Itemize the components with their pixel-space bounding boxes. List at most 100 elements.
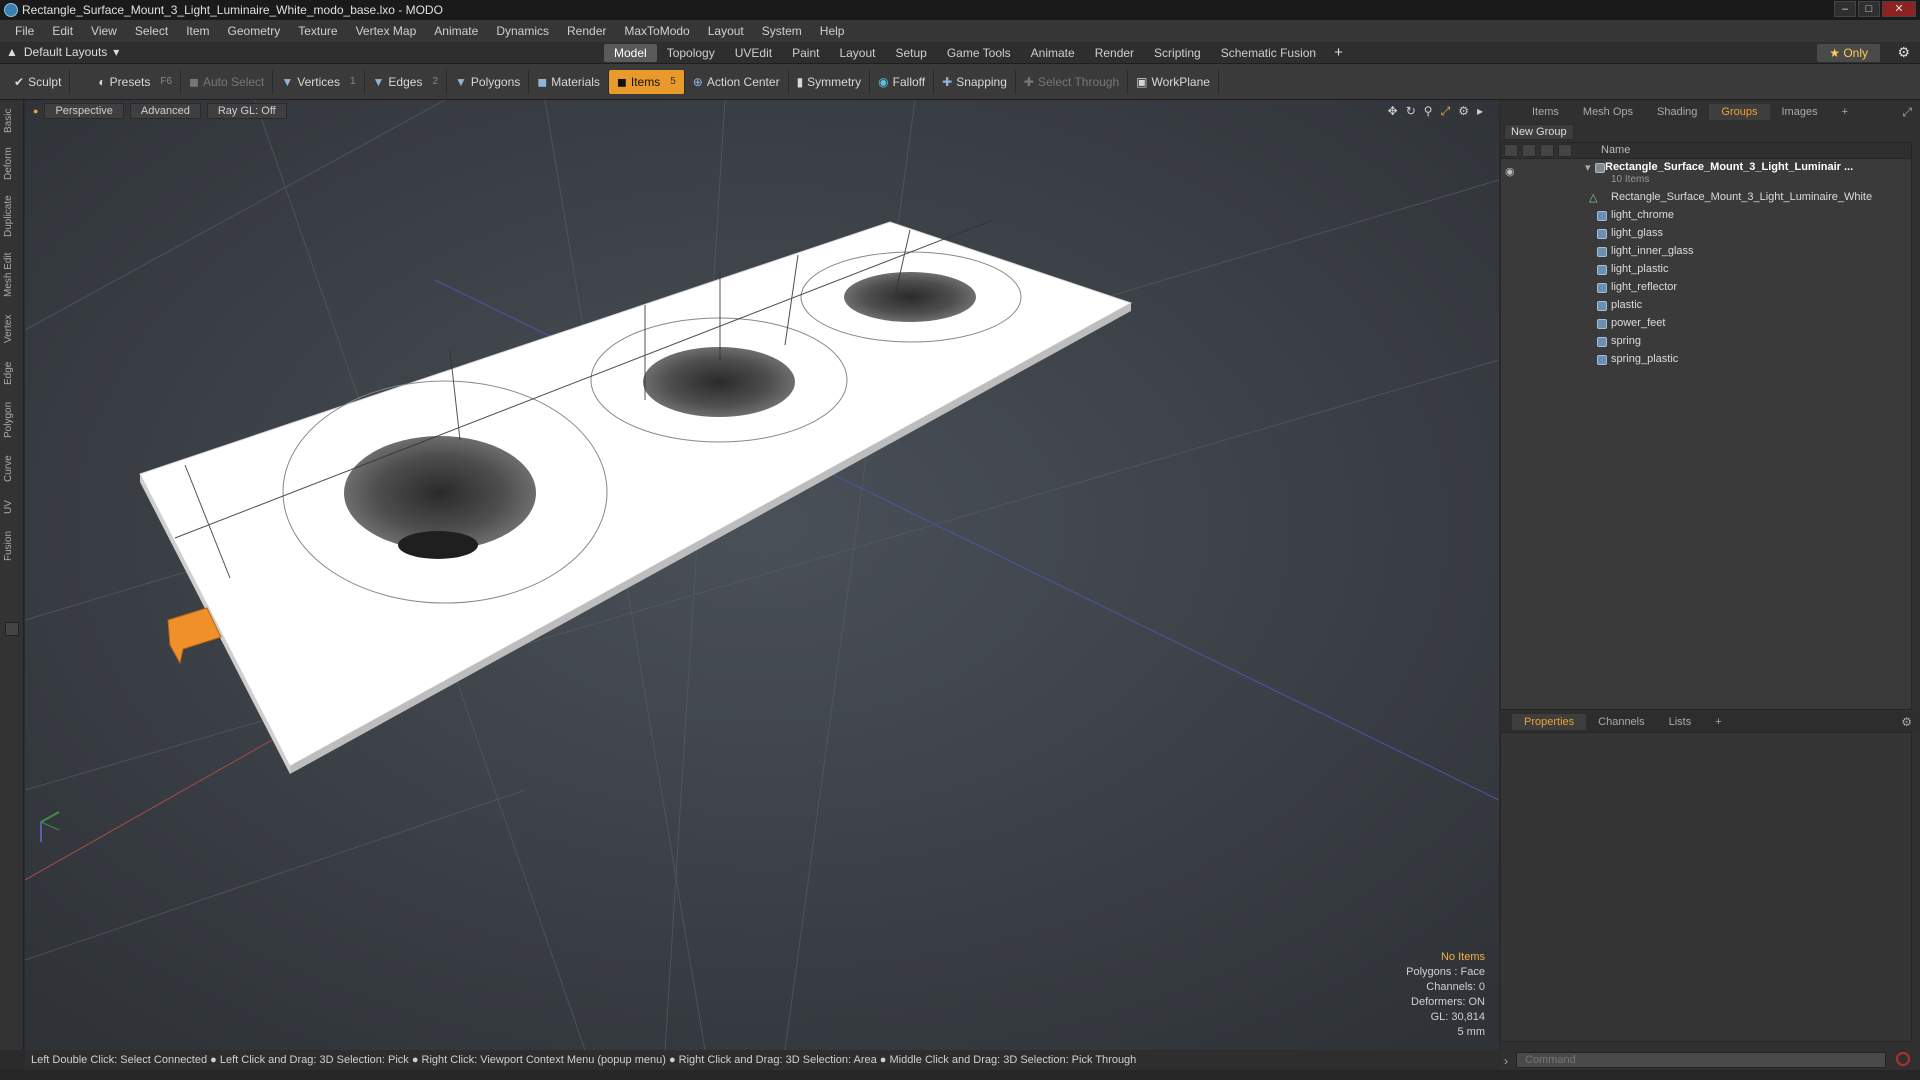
viewport-menu-icon[interactable]: ● [33,106,38,116]
tab-lists[interactable]: Lists [1657,714,1704,730]
menu-edit[interactable]: Edit [43,24,82,38]
lefttab-basic[interactable]: Basic [3,106,21,136]
tab-render[interactable]: Render [1085,44,1144,62]
view-type-button[interactable]: Perspective [44,103,124,119]
tab-setup[interactable]: Setup [885,44,936,62]
menu-dynamics[interactable]: Dynamics [487,24,558,38]
fit-view-icon[interactable]: ⤢ [1441,104,1451,119]
list-item[interactable]: plastic [1501,297,1911,315]
menu-layout[interactable]: Layout [699,24,753,38]
tab-layout[interactable]: Layout [829,44,885,62]
tab-channels[interactable]: Channels [1586,714,1656,730]
list-item[interactable]: spring [1501,333,1911,351]
auto-select-button[interactable]: ◼ Auto Select [181,69,274,94]
list-item[interactable]: light_glass [1501,225,1911,243]
menu-item[interactable]: Item [177,24,218,38]
tab-mesh-ops[interactable]: Mesh Ops [1571,104,1645,120]
menu-file[interactable]: File [6,24,43,38]
polygons-mode-button[interactable]: ▼ Polygons [447,69,530,94]
panel-expand-icon[interactable]: ⤢ [1902,105,1920,120]
tab-items[interactable]: Items [1520,104,1571,120]
mesh-item-row[interactable]: △ Rectangle_Surface_Mount_3_Light_Lumina… [1501,189,1911,207]
lefttab-edge[interactable]: Edge [3,358,21,388]
gear-icon[interactable]: ⚙ [1897,44,1910,61]
viewport-expand-icon[interactable]: ▸ [1477,104,1483,119]
close-button[interactable]: ✕ [1882,1,1916,17]
viewport-settings-icon[interactable]: ⚙ [1458,104,1469,119]
lefttab-uv[interactable]: UV [3,496,21,518]
new-group-button[interactable]: New Group [1504,124,1574,140]
lefttab-fusion[interactable]: Fusion [3,528,21,564]
menu-texture[interactable]: Texture [289,24,346,38]
tab-shading[interactable]: Shading [1645,104,1709,120]
menu-animate[interactable]: Animate [425,24,487,38]
lock-column-icon[interactable] [1540,144,1554,157]
collapse-toggle[interactable] [5,622,19,636]
lefttab-duplicate[interactable]: Duplicate [3,192,21,240]
collapse-icon[interactable]: ▾ [1585,161,1591,174]
rotate-view-icon[interactable]: ↻ [1406,104,1416,119]
items-mode-button[interactable]: ◼ Items 5 [608,69,685,94]
tab-topology[interactable]: Topology [657,44,725,62]
list-item[interactable]: light_inner_glass [1501,243,1911,261]
list-item[interactable]: light_reflector [1501,279,1911,297]
only-toggle-button[interactable]: ★ Only [1817,44,1880,62]
raygl-button[interactable]: Ray GL: Off [206,103,287,119]
tab-scripting[interactable]: Scripting [1144,44,1211,62]
maximize-button[interactable]: □ [1858,1,1880,17]
menu-render[interactable]: Render [558,24,615,38]
add-properties-tab-button[interactable]: + [1703,714,1733,730]
vertices-mode-button[interactable]: ▼ Vertices 1 [273,69,365,94]
minimize-button[interactable]: – [1834,1,1856,17]
symmetry-button[interactable]: ▮ Symmetry [789,69,871,94]
3d-viewport[interactable]: ● Perspective Advanced Ray GL: Off ✥ ↻ ⚲… [25,100,1499,1050]
record-icon[interactable] [1896,1052,1910,1066]
lefttab-vertex[interactable]: Vertex [3,310,21,348]
falloff-button[interactable]: ◉ Falloff [870,69,935,94]
lefttab-mesh-edit[interactable]: Mesh Edit [3,250,21,300]
list-item[interactable]: power_feet [1501,315,1911,333]
presets-button[interactable]: ◐ Presets F6 [90,69,182,94]
visibility-column-icon[interactable] [1504,144,1518,157]
tab-uvedit[interactable]: UVEdit [725,44,782,62]
layout-selector[interactable]: ▲ Default Layouts ▾ [6,45,119,59]
tab-game-tools[interactable]: Game Tools [937,44,1021,62]
menu-vertex-map[interactable]: Vertex Map [347,24,426,38]
shading-mode-button[interactable]: Advanced [129,103,201,119]
select-column-icon[interactable] [1558,144,1572,157]
zoom-view-icon[interactable]: ⚲ [1424,104,1433,119]
menu-maxtomodo[interactable]: MaxToModo [615,24,698,38]
tab-animate[interactable]: Animate [1021,44,1085,62]
tab-schematic-fusion[interactable]: Schematic Fusion [1211,44,1326,62]
list-item[interactable]: light_plastic [1501,261,1911,279]
materials-mode-button[interactable]: ◼ Materials [529,69,609,94]
sculpt-button[interactable]: ✔ Sculpt [6,69,71,94]
eye-icon[interactable]: ◉ [1505,165,1515,178]
move-view-icon[interactable]: ✥ [1388,104,1398,119]
add-tab-button[interactable]: + [1326,44,1351,62]
workplane-button[interactable]: ▣ WorkPlane [1128,69,1219,94]
select-through-button[interactable]: ✚ Select Through [1016,69,1129,94]
tab-groups[interactable]: Groups [1709,104,1770,120]
tab-model[interactable]: Model [604,44,657,62]
list-item[interactable]: spring_plastic [1501,351,1911,369]
list-item[interactable]: light_chrome [1501,207,1911,225]
edges-mode-button[interactable]: ▼ Edges 2 [365,69,447,94]
action-center-button[interactable]: ⊕ Action Center [685,69,789,94]
lefttab-curve[interactable]: Curve [3,452,21,486]
menu-view[interactable]: View [82,24,126,38]
snapping-button[interactable]: ✚ Snapping [934,69,1016,94]
menu-help[interactable]: Help [811,24,854,38]
tab-paint[interactable]: Paint [782,44,829,62]
tab-images[interactable]: Images [1770,104,1830,120]
menu-system[interactable]: System [753,24,811,38]
menu-select[interactable]: Select [126,24,177,38]
render-column-icon[interactable] [1522,144,1536,157]
properties-settings-icon[interactable]: ⚙ [1901,715,1920,729]
command-input[interactable] [1516,1052,1886,1068]
menu-geometry[interactable]: Geometry [219,24,290,38]
tab-properties[interactable]: Properties [1512,714,1587,730]
group-root-row[interactable]: ◉ ▾ Rectangle_Surface_Mount_3_Light_Lumi… [1501,159,1911,189]
add-panel-tab-button[interactable]: + [1830,104,1860,120]
lefttab-deform[interactable]: Deform [3,144,21,184]
